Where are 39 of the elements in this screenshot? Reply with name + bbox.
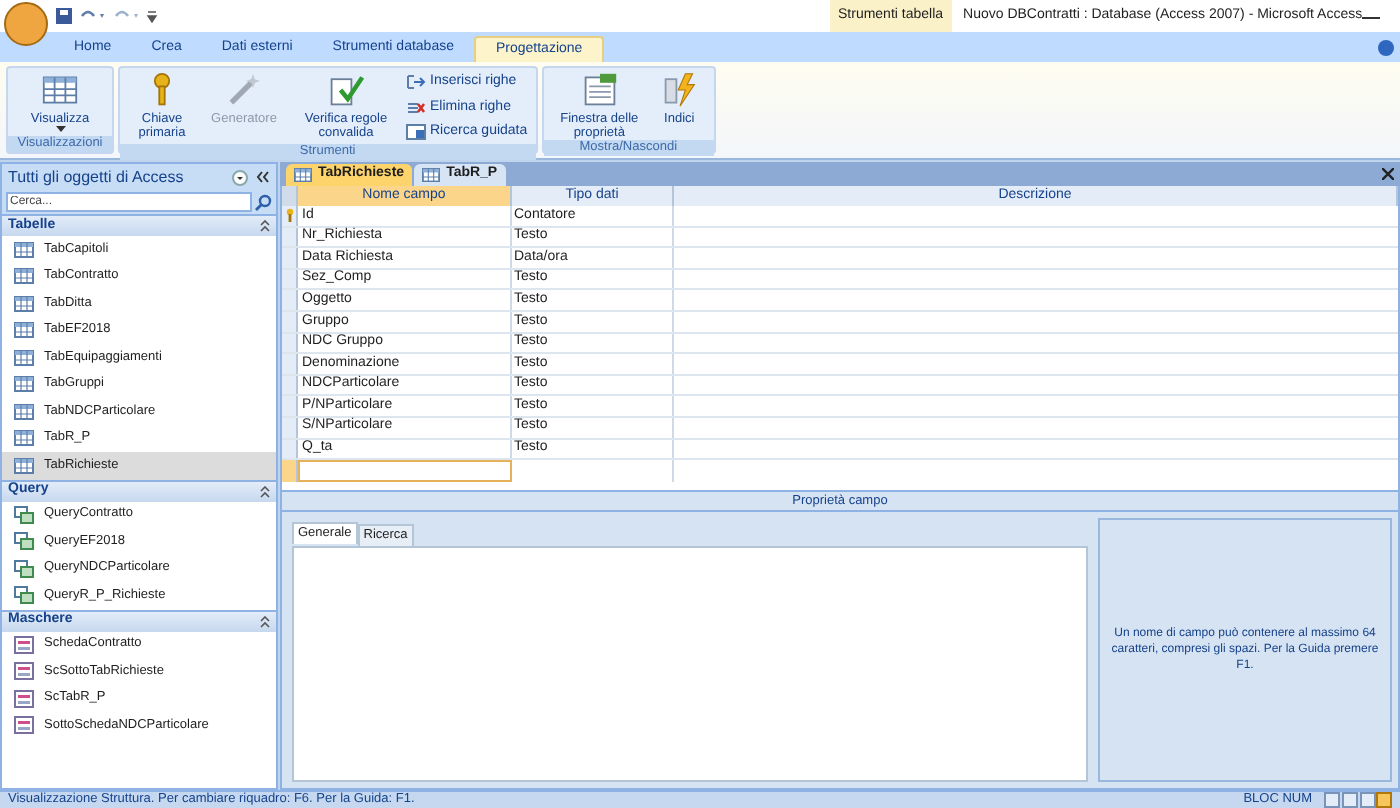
search-icon[interactable]: [254, 193, 272, 211]
insert-rows-icon: [406, 72, 426, 93]
table-icon: [42, 72, 78, 108]
table-icon: [14, 403, 34, 420]
collapse-icon[interactable]: [260, 615, 270, 627]
lightning-icon: [661, 72, 698, 108]
row-selector[interactable]: [282, 460, 298, 483]
office-button[interactable]: [4, 2, 48, 46]
checklist-icon: [328, 72, 364, 108]
property-sheet-icon: [581, 72, 618, 108]
dropdown-icon[interactable]: [232, 169, 248, 185]
save-icon[interactable]: [56, 8, 72, 24]
view-buttons-icon[interactable]: [1324, 792, 1392, 808]
help-icon[interactable]: [1378, 40, 1394, 56]
form-icon: [14, 689, 34, 708]
table-icon: [14, 349, 34, 366]
collapse-icon[interactable]: [260, 485, 270, 497]
table-icon: [14, 268, 34, 285]
table-icon: [294, 167, 312, 183]
input-field[interactable]: [298, 460, 512, 483]
nav-pane-title: Tutti gli oggetti di Access: [8, 165, 184, 189]
table-icon: [14, 322, 34, 339]
table-icon: [14, 376, 34, 393]
table-icon: [14, 295, 34, 312]
collapse-icon[interactable]: [256, 170, 270, 184]
form-icon: [14, 635, 34, 654]
wand-icon: [226, 72, 262, 108]
customize-dropdown-icon[interactable]: [146, 8, 158, 24]
table-icon: [14, 457, 34, 474]
table-icon: [14, 241, 34, 258]
row-selector[interactable]: [282, 206, 298, 226]
lookup-icon: [406, 122, 426, 143]
collapse-icon[interactable]: [260, 220, 270, 232]
table-icon: [422, 167, 441, 183]
table-icon: [14, 430, 34, 447]
delete-rows-icon: [406, 97, 426, 118]
form-icon: [14, 716, 34, 735]
form-icon: [14, 662, 34, 681]
close-icon[interactable]: [1382, 168, 1394, 180]
